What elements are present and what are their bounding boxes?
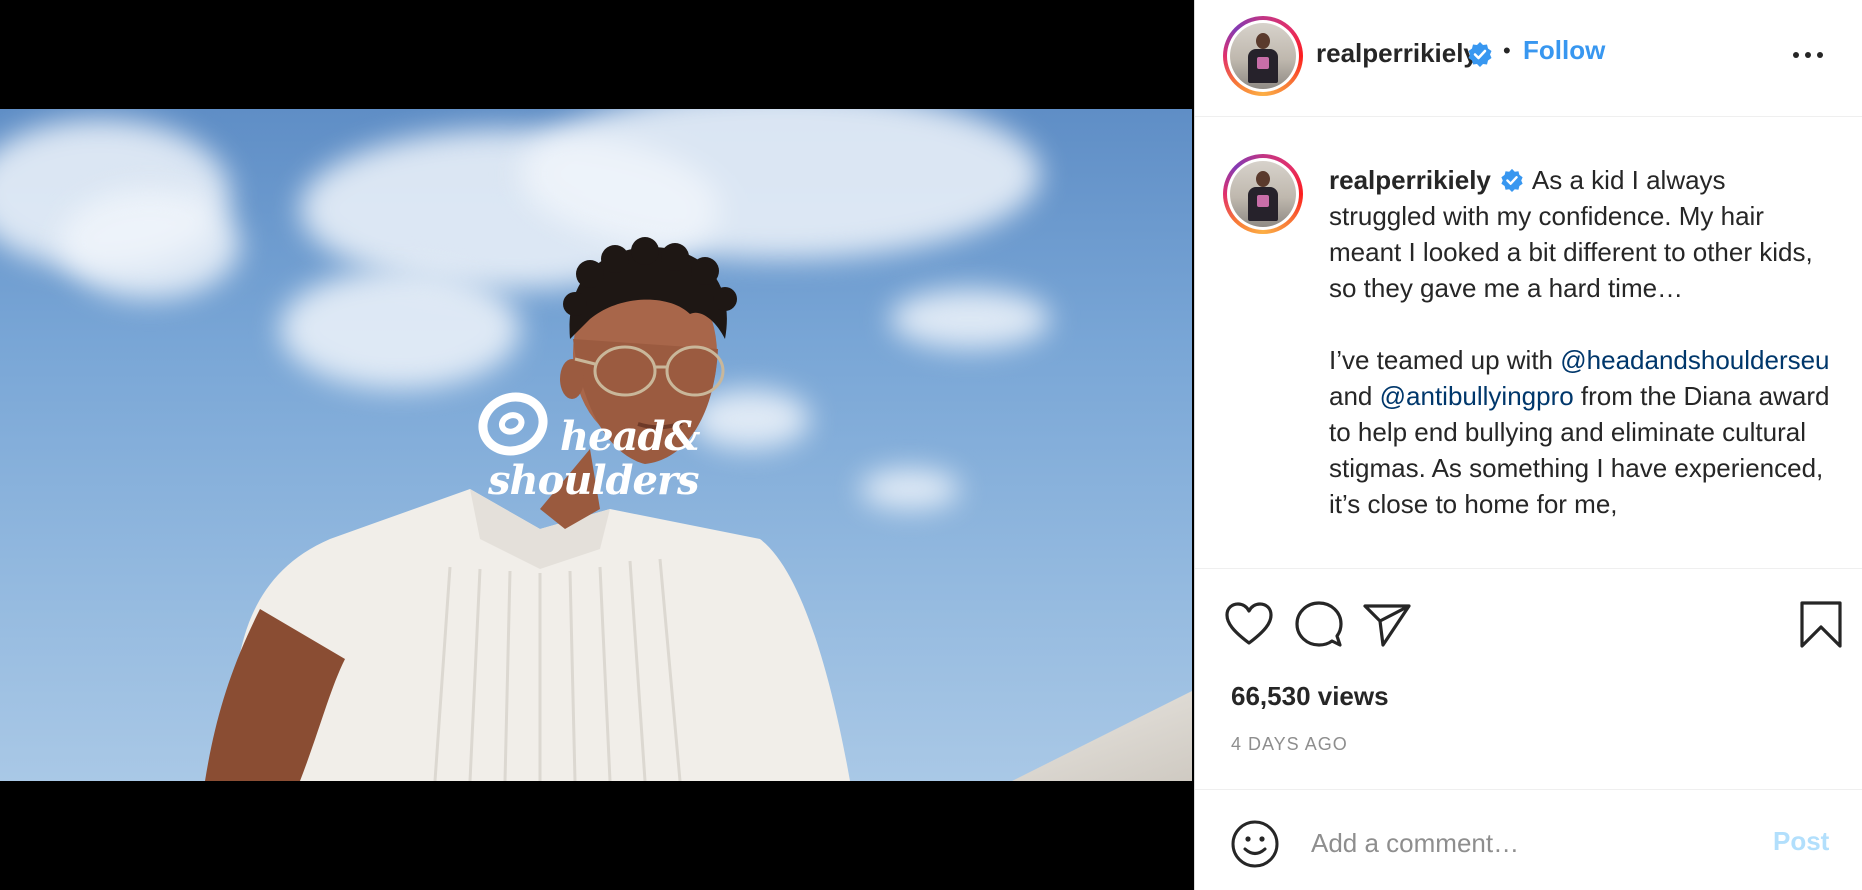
comment-icon[interactable] [1293, 599, 1345, 651]
comment-bar: Post [1195, 789, 1862, 890]
caption-body-2a: I’ve teamed up with [1329, 345, 1554, 375]
caption-scroll-area[interactable]: realperrikiely As a kid I always struggl… [1195, 117, 1862, 568]
caption-body-2b: and [1329, 381, 1373, 411]
caption-paragraph-2: I’ve teamed up with @headandshoulderseu … [1329, 342, 1839, 522]
post-side-panel: realperrikiely • Follow realperrikiely A… [1194, 0, 1862, 890]
post-actions: 66,530 views 4 DAYS AGO [1195, 568, 1862, 790]
share-icon[interactable] [1361, 599, 1413, 651]
post-viewer: head& shoulders realperrikiely • Follow … [0, 0, 1862, 890]
follow-button[interactable]: Follow [1523, 35, 1605, 66]
header-separator: • [1503, 38, 1511, 63]
view-count[interactable]: 66,530 views [1231, 681, 1389, 712]
more-options-icon[interactable] [1791, 48, 1825, 62]
mention-headandshoulderseu[interactable]: @headandshoulderseu [1560, 345, 1829, 375]
comment-input[interactable] [1309, 820, 1743, 866]
post-header: realperrikiely • Follow [1195, 0, 1862, 117]
mention-antibullyingpro[interactable]: @antibullyingpro [1380, 381, 1574, 411]
caption-username[interactable]: realperrikiely [1329, 165, 1491, 195]
brand-swirl-icon [469, 382, 557, 466]
brand-logo: head& shoulders [469, 382, 728, 525]
post-comment-button[interactable]: Post [1773, 826, 1829, 857]
brand-text-line2: shoulders [488, 457, 700, 504]
bookmark-icon[interactable] [1795, 599, 1847, 651]
post-timestamp[interactable]: 4 DAYS AGO [1231, 734, 1348, 755]
caption-paragraph-1: realperrikiely As a kid I always struggl… [1329, 162, 1839, 306]
emoji-icon[interactable] [1229, 818, 1281, 870]
heart-icon[interactable] [1223, 599, 1275, 651]
verified-badge-icon [1501, 168, 1523, 192]
brand-text-line1: head& [560, 413, 701, 460]
author-username[interactable]: realperrikiely [1316, 38, 1478, 69]
author-avatar[interactable] [1223, 16, 1303, 96]
verified-badge-icon [1468, 42, 1492, 67]
caption-author-avatar[interactable] [1223, 154, 1303, 234]
video-player[interactable]: head& shoulders [0, 0, 1194, 890]
video-frame[interactable]: head& shoulders [0, 109, 1192, 781]
caption-text: realperrikiely As a kid I always struggl… [1329, 162, 1839, 522]
